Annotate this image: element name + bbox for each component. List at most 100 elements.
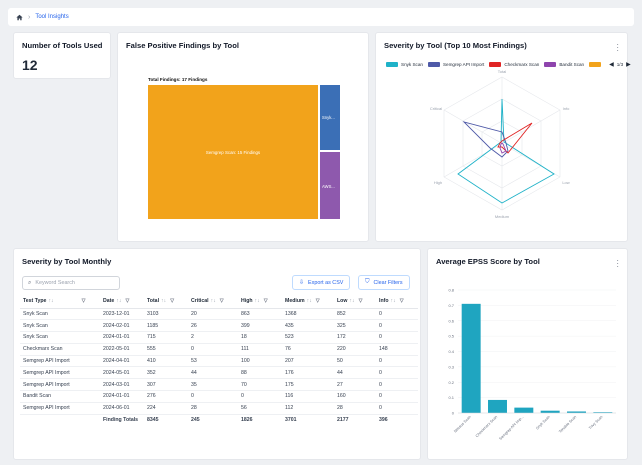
radar-axis-label: Medium bbox=[495, 214, 510, 219]
high-cell: 111 bbox=[238, 343, 282, 356]
table-row[interactable]: Semgrep API Import 2024-03-01 307 35 70 175 27… bbox=[20, 378, 418, 392]
column-header[interactable]: Low ↑↓ ▽ bbox=[334, 295, 376, 309]
column-header[interactable]: Date ↑↓ ▽ bbox=[100, 295, 144, 309]
high-cell: 18 bbox=[238, 331, 282, 344]
high-cell: 56 bbox=[238, 402, 282, 415]
false-positive-card: False Positive Findings by Tool Total Fi… bbox=[117, 32, 369, 242]
column-header[interactable]: High ↑↓ ▽ bbox=[238, 295, 282, 309]
info-cell: 0 bbox=[376, 331, 418, 344]
filter-icon: ⛉ bbox=[365, 279, 370, 285]
y-tick-label: 0.3 bbox=[448, 364, 454, 369]
treemap: Total Findings: 17 Findings Semgrep Scan… bbox=[148, 77, 340, 219]
info-cell: 148 bbox=[376, 343, 418, 356]
table-row[interactable]: Semgrep API Import 2024-04-01 410 53 100 207 5… bbox=[20, 355, 418, 368]
total-value-cell: 396 bbox=[379, 417, 388, 424]
y-tick-label: 0.6 bbox=[448, 318, 454, 323]
column-header[interactable]: Test Type ↑↓ ▽ bbox=[20, 295, 100, 309]
treemap-block-label: AWS... bbox=[322, 184, 335, 189]
epss-bar[interactable] bbox=[540, 410, 560, 413]
x-tick-label: Trivy Scan bbox=[588, 415, 603, 430]
date-cell: 2024-01-01 bbox=[100, 331, 144, 344]
test-type-cell: Semgrep API Import bbox=[20, 378, 100, 392]
test-type-cell: Bandit Scan bbox=[20, 390, 100, 403]
treemap-block-label: Snyk... bbox=[322, 115, 335, 120]
export-csv-button[interactable]: ⇩ Export as CSV bbox=[292, 275, 351, 290]
total-cell: 1185 bbox=[144, 319, 188, 333]
total-cell: 224 bbox=[144, 402, 188, 415]
total-cell: 3103 bbox=[144, 308, 188, 321]
clear-filters-button[interactable]: ⛉ Clear Filters bbox=[358, 275, 410, 290]
medium-cell: 435 bbox=[282, 319, 334, 333]
y-tick-label: 0.7 bbox=[448, 303, 454, 308]
low-cell: 220 bbox=[334, 343, 376, 356]
info-cell: 0 bbox=[376, 366, 418, 380]
date-cell: 2023-12-01 bbox=[100, 308, 144, 321]
high-cell: 100 bbox=[238, 355, 282, 368]
tools-used-card: Number of Tools Used 12 bbox=[13, 32, 111, 79]
severity-table: Test Type ↑↓ ▽ Date ↑↓ ▽ Total ↑↓ ▽ Critical ↑↓… bbox=[20, 295, 418, 426]
low-cell: 50 bbox=[334, 355, 376, 368]
search-icon: ⌕ bbox=[28, 279, 32, 286]
total-value-cell: 1826 bbox=[241, 417, 253, 424]
y-tick-label: 0.4 bbox=[448, 349, 454, 354]
high-cell: 88 bbox=[238, 366, 282, 380]
epss-bar[interactable] bbox=[488, 399, 507, 413]
column-header[interactable]: Total ↑↓ ▽ bbox=[144, 295, 188, 309]
test-type-cell: Snyk Scan bbox=[20, 308, 100, 321]
info-cell: 0 bbox=[376, 319, 418, 333]
epss-bar[interactable] bbox=[461, 303, 481, 413]
treemap-block-label: Semgrep Scan: 15 Findings bbox=[206, 150, 261, 155]
table-row[interactable]: Bandit Scan 2024-01-01 276 0 0 116 160 0 bbox=[20, 390, 418, 403]
table-row[interactable]: Semgrep API Import 2024-06-01 224 28 56 112 28… bbox=[20, 402, 418, 415]
total-cell: 555 bbox=[144, 343, 188, 356]
severity-monthly-title: Severity by Tool Monthly bbox=[22, 257, 112, 266]
y-tick-label: 0.8 bbox=[448, 288, 454, 293]
x-tick-label: Snyk Scan bbox=[535, 415, 551, 431]
totals-label: Finding Totals bbox=[103, 417, 139, 424]
radar-axis-label: Info bbox=[563, 106, 570, 111]
high-cell: 0 bbox=[238, 390, 282, 403]
chevron-right-icon: › bbox=[28, 13, 31, 21]
medium-cell: 176 bbox=[282, 366, 334, 380]
total-value-cell: 2177 bbox=[337, 417, 349, 424]
date-cell: 2022-05-01 bbox=[100, 343, 144, 356]
y-tick-label: 0 bbox=[452, 411, 455, 416]
test-type-cell: Checkmarx Scan bbox=[20, 343, 100, 356]
low-cell: 172 bbox=[334, 331, 376, 344]
test-type-cell: Snyk Scan bbox=[20, 331, 100, 344]
column-header[interactable]: Info ↑↓ ▽ bbox=[376, 295, 418, 309]
table-row[interactable]: Snyk Scan 2023-12-01 3103 20 863 1368 852 0 bbox=[20, 308, 418, 321]
critical-cell: 26 bbox=[188, 319, 238, 333]
total-cell: 276 bbox=[144, 390, 188, 403]
test-type-cell: Snyk Scan bbox=[20, 319, 100, 333]
keyword-search-input[interactable]: ⌕ Keyword Search bbox=[22, 276, 120, 290]
info-cell: 0 bbox=[376, 355, 418, 368]
date-cell: 2024-03-01 bbox=[100, 378, 144, 392]
info-cell: 0 bbox=[376, 308, 418, 321]
date-cell: 2024-06-01 bbox=[100, 402, 144, 415]
treemap-total-label: Total Findings: 17 Findings bbox=[148, 77, 208, 82]
total-cell: 352 bbox=[144, 366, 188, 380]
total-cell: 715 bbox=[144, 331, 188, 344]
table-row[interactable]: Snyk Scan 2024-02-01 1185 26 399 435 325 0 bbox=[20, 319, 418, 333]
date-cell: 2024-05-01 bbox=[100, 366, 144, 380]
column-header[interactable]: Medium ↑↓ ▽ bbox=[282, 295, 334, 309]
low-cell: 325 bbox=[334, 319, 376, 333]
total-cell: 410 bbox=[144, 355, 188, 368]
epss-bar[interactable] bbox=[514, 407, 534, 413]
table-row[interactable]: Semgrep API Import 2024-05-01 352 44 88 176 44… bbox=[20, 366, 418, 380]
info-cell: 0 bbox=[376, 402, 418, 415]
x-tick-label: Checkmarx Scan bbox=[475, 415, 498, 438]
radar-chart: Total Info Low Medium High Critical bbox=[430, 69, 570, 219]
table-row[interactable]: Snyk Scan 2024-01-01 715 2 18 523 172 0 bbox=[20, 331, 418, 344]
column-header[interactable]: Critical ↑↓ ▽ bbox=[188, 295, 238, 309]
home-icon[interactable] bbox=[16, 14, 23, 21]
tools-used-value: 12 bbox=[22, 57, 38, 73]
low-cell: 28 bbox=[334, 402, 376, 415]
radar-axis-label: High bbox=[434, 180, 442, 185]
high-cell: 863 bbox=[238, 308, 282, 321]
table-row[interactable]: Checkmarx Scan 2022-05-01 555 0 111 76 220 148 bbox=[20, 343, 418, 356]
test-type-cell: Semgrep API Import bbox=[20, 366, 100, 380]
breadcrumb-current[interactable]: Tool Insights bbox=[35, 14, 68, 20]
critical-cell: 0 bbox=[188, 343, 238, 356]
